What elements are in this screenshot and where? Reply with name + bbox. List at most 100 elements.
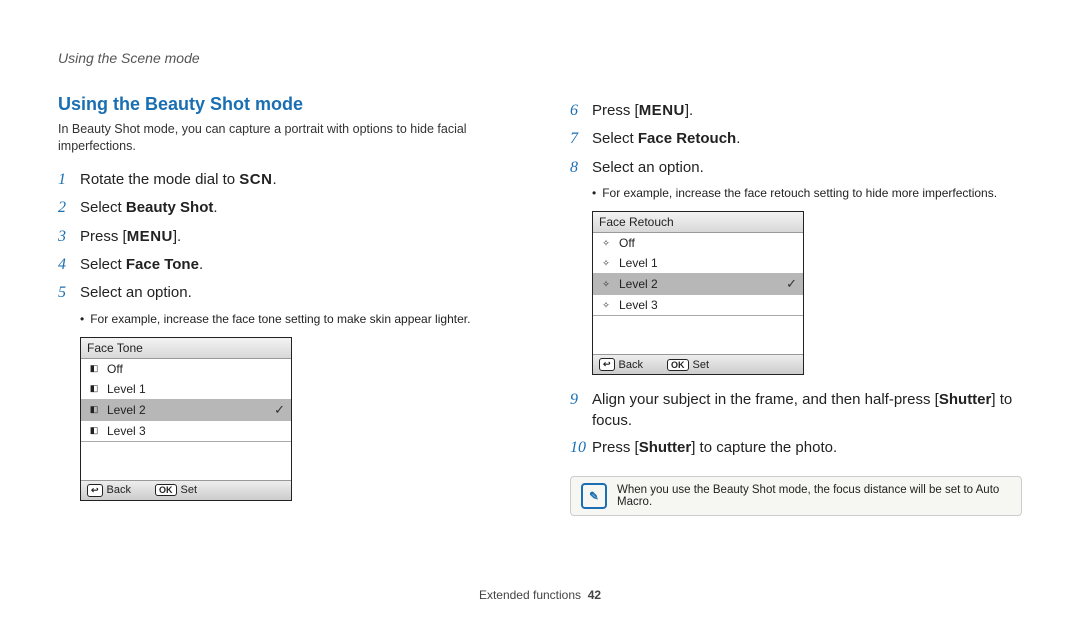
bold-text: Shutter (939, 391, 992, 408)
ok-icon: OK (667, 359, 689, 371)
step-6: 6 Press [MENU]. (570, 100, 1022, 122)
text: . (272, 171, 276, 188)
menu-label: Level 3 (619, 298, 658, 312)
step-4: 4 Select Face Tone. (58, 254, 510, 276)
bullet-icon: • (592, 185, 596, 201)
back-button[interactable]: ↩ Back (87, 484, 131, 497)
step-5: 5 Select an option. (58, 282, 510, 304)
step-10: 10 Press [Shutter] to capture the photo. (570, 437, 1022, 459)
step-text: Press [Shutter] to capture the photo. (592, 437, 1022, 458)
menu-label: Off (107, 362, 123, 376)
set-button[interactable]: OK Set (155, 484, 197, 497)
bold-text: Shutter (639, 439, 692, 456)
step-1: 1 Rotate the mode dial to SCN. (58, 169, 510, 191)
section-intro: In Beauty Shot mode, you can capture a p… (58, 121, 510, 155)
column-right: 6 Press [MENU]. 7 Select Face Retouch. 8… (570, 94, 1022, 516)
step-text: Press [MENU]. (80, 226, 510, 247)
menu-row-level1[interactable]: ✧ Level 1 (593, 253, 803, 273)
section-title: Using the Beauty Shot mode (58, 94, 510, 115)
back-button[interactable]: ↩ Back (599, 358, 643, 371)
step-number: 6 (570, 100, 592, 122)
menu-label: Level 2 (619, 277, 658, 291)
text: Rotate the mode dial to (80, 171, 239, 188)
step-number: 8 (570, 157, 592, 179)
step-text: Select Face Tone. (80, 254, 510, 275)
text: Align your subject in the frame, and the… (592, 391, 939, 408)
text: ] to capture the photo. (691, 439, 837, 456)
menu-blank (593, 315, 803, 354)
bold-text: Face Retouch (638, 130, 736, 147)
retouch-icon: ✧ (599, 237, 613, 249)
menu-row-off[interactable]: ✧ Off (593, 233, 803, 253)
menu-row-off[interactable]: ◧ Off (81, 359, 291, 379)
step-5-sub: • For example, increase the face tone se… (80, 311, 510, 327)
face-icon: ◧ (87, 404, 101, 416)
menu-label: Level 1 (619, 256, 658, 270)
step-7: 7 Select Face Retouch. (570, 128, 1022, 150)
ok-icon: OK (155, 484, 177, 496)
step-number: 7 (570, 128, 592, 150)
note-icon: ✎ (581, 483, 607, 509)
step-number: 9 (570, 389, 592, 411)
menu-row-level2[interactable]: ◧ Level 2 ✓ (81, 399, 291, 421)
face-icon: ◧ (87, 383, 101, 395)
menu-footer: ↩ Back OK Set (593, 354, 803, 374)
text: Select (80, 256, 126, 273)
label: Set (181, 484, 198, 496)
step-number: 10 (570, 437, 592, 459)
menu-footer: ↩ Back OK Set (81, 480, 291, 500)
step-number: 2 (58, 197, 80, 219)
menu-row-level1[interactable]: ◧ Level 1 (81, 379, 291, 399)
menu-row-level3[interactable]: ◧ Level 3 (81, 421, 291, 441)
text: ]. (685, 102, 693, 119)
step-text: Rotate the mode dial to SCN. (80, 169, 510, 190)
text: . (213, 199, 217, 216)
text: Select (80, 199, 126, 216)
face-tone-menu: Face Tone ◧ Off ◧ Level 1 ◧ Level 2 ✓ ◧ … (80, 337, 292, 501)
footer-section: Extended functions (479, 588, 581, 602)
step-text: Select Beauty Shot. (80, 197, 510, 218)
menu-title: Face Tone (81, 338, 291, 359)
menu-label: Off (619, 236, 635, 250)
face-icon: ◧ (87, 363, 101, 375)
text: Select (592, 130, 638, 147)
menu-label: Level 1 (107, 382, 146, 396)
menu-row-level3[interactable]: ✧ Level 3 (593, 295, 803, 315)
text: For example, increase the face tone sett… (90, 311, 470, 327)
note-box: ✎ When you use the Beauty Shot mode, the… (570, 476, 1022, 516)
retouch-icon: ✧ (599, 278, 613, 290)
menu-glyph: MENU (127, 228, 173, 245)
page-footer: Extended functions 42 (0, 588, 1080, 602)
face-icon: ◧ (87, 425, 101, 437)
label: Back (619, 359, 643, 371)
manual-page: Using the Scene mode Using the Beauty Sh… (0, 0, 1080, 630)
bullet-icon: • (80, 311, 84, 327)
text: For example, increase the face retouch s… (602, 185, 997, 201)
menu-row-level2[interactable]: ✧ Level 2 ✓ (593, 273, 803, 295)
step-number: 3 (58, 226, 80, 248)
page-number: 42 (588, 588, 601, 602)
menu-label: Level 3 (107, 424, 146, 438)
face-retouch-menu: Face Retouch ✧ Off ✧ Level 1 ✧ Level 2 ✓… (592, 211, 804, 375)
text: ]. (173, 228, 181, 245)
step-9: 9 Align your subject in the frame, and t… (570, 389, 1022, 431)
set-button[interactable]: OK Set (667, 358, 709, 371)
back-icon: ↩ (87, 484, 103, 497)
breadcrumb: Using the Scene mode (58, 50, 1022, 66)
column-left: Using the Beauty Shot mode In Beauty Sho… (58, 94, 510, 516)
step-2: 2 Select Beauty Shot. (58, 197, 510, 219)
check-icon: ✓ (786, 276, 797, 292)
text: Press [ (592, 102, 639, 119)
label: Back (107, 484, 131, 496)
back-icon: ↩ (599, 358, 615, 371)
step-text: Align your subject in the frame, and the… (592, 389, 1022, 431)
step-number: 4 (58, 254, 80, 276)
content-columns: Using the Beauty Shot mode In Beauty Sho… (58, 94, 1022, 516)
menu-blank (81, 441, 291, 480)
text: Press [ (592, 439, 639, 456)
retouch-icon: ✧ (599, 299, 613, 311)
text: . (736, 130, 740, 147)
label: Set (693, 359, 710, 371)
step-number: 1 (58, 169, 80, 191)
note-text: When you use the Beauty Shot mode, the f… (617, 484, 1011, 508)
